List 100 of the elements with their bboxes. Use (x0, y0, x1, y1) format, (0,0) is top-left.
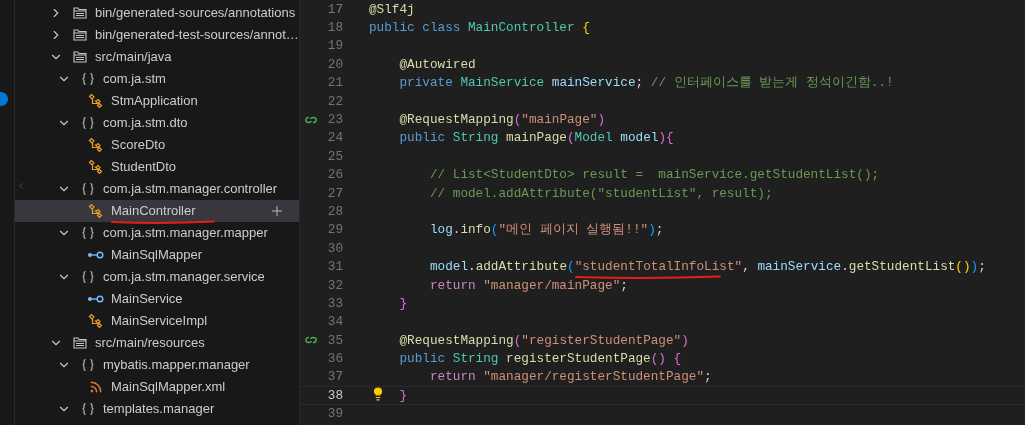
tree-item-label: MainSqlMapper.xml (111, 378, 226, 397)
line-number: 39 (326, 405, 343, 424)
braces-icon (81, 115, 95, 131)
tree-item[interactable]: MainController (15, 200, 299, 222)
tree-item-label: MainServiceImpl (111, 312, 208, 331)
tree-item-label: MainController (111, 201, 196, 221)
package-folder-icon (72, 49, 88, 65)
tree-item[interactable]: MainServiceImpl (15, 310, 299, 332)
line-number: 36 (326, 350, 343, 369)
function-name: mainPage (506, 129, 567, 148)
tree-item[interactable]: templates.manager (15, 398, 299, 420)
string-literal: "메인 페이지 실행됨!!" (498, 221, 649, 240)
tree-item[interactable]: ScoreDto (15, 134, 299, 156)
keyword: return (429, 368, 477, 387)
tree-item-label: MainSqlMapper (111, 246, 203, 265)
tree-item-label: StmApplication (111, 92, 198, 111)
variable-name: model (620, 129, 659, 148)
braces-icon (81, 181, 95, 197)
code-comment: // model.addAttribute("studentList", result); (429, 184, 773, 203)
function-name: addAttribute (475, 258, 567, 277)
tree-item[interactable]: MainSqlMapper (15, 244, 299, 266)
variable-name: log (429, 221, 453, 240)
tree-item-label: MainService (111, 290, 183, 309)
line-number: 23 (326, 111, 343, 129)
braces-icon (81, 357, 95, 373)
bracket: } (399, 386, 408, 405)
tree-item-label: ScoreDto (111, 136, 166, 155)
annotation: @Autowired (399, 55, 476, 74)
line-number: 22 (326, 92, 343, 111)
tree-item[interactable]: bin/generated-test-sources/annot… (15, 24, 299, 46)
punctuation: ; (620, 276, 628, 295)
line-number: 20 (326, 55, 343, 74)
bracket: { (582, 19, 590, 38)
bracket: ( (513, 111, 522, 129)
tree-item[interactable]: MainSqlMapper.xml (15, 376, 299, 398)
line-number: 30 (326, 239, 343, 258)
tree-item[interactable]: com.ja.stm (15, 68, 299, 90)
tree-item-label: com.ja.stm (103, 70, 166, 89)
class-icon (88, 313, 104, 329)
tree-item-label: src/main/resources (95, 334, 205, 353)
line-number: 18 (326, 19, 343, 38)
interface-icon (87, 294, 105, 304)
punctuation: ; (978, 258, 986, 277)
lightbulb-icon[interactable] (371, 386, 385, 401)
annotation: @Slf4j (369, 0, 415, 19)
keyword: return (429, 276, 477, 295)
tree-item[interactable]: com.ja.stm.manager.service (15, 266, 299, 288)
tree-item[interactable]: src/main/java (15, 46, 299, 68)
tree-item-label: com.ja.stm.manager.service (103, 268, 265, 287)
tree-item[interactable]: StmApplication (15, 90, 299, 112)
bracket: ){ (658, 129, 674, 148)
class-icon (88, 137, 104, 153)
tree-item[interactable]: src/main/resources (15, 332, 299, 354)
tree-item-label: templates.manager (103, 400, 215, 419)
keyword: private (399, 74, 454, 93)
tree-item-label: bin/generated-test-sources/annot… (95, 26, 299, 45)
bracket: } (399, 294, 408, 313)
type-name: MainService (460, 74, 546, 93)
bracket: ) (597, 111, 606, 129)
bracket: ) (681, 331, 689, 350)
annotation: @RequestMapping (399, 111, 514, 129)
function-name: registerStudentPage (506, 350, 651, 369)
tree-item[interactable]: com.ja.stm.dto (15, 112, 299, 134)
tree-item-label: com.ja.stm.manager.mapper (103, 224, 268, 243)
line-number: 24 (326, 129, 343, 148)
class-icon (88, 203, 104, 219)
tree-item[interactable]: StudentDto (15, 156, 299, 178)
variable-name: mainService (757, 258, 842, 277)
type-name: String (452, 350, 500, 369)
tree-item-label: com.ja.stm.manager.controller (103, 180, 278, 199)
line-number: 26 (326, 166, 343, 185)
line-number: 31 (326, 258, 343, 277)
keyword: public (399, 129, 447, 148)
code-comment: // 인터페이스를 받는게 정석이긴함..! (650, 74, 894, 93)
variable-name: model (429, 258, 468, 277)
tree-item[interactable]: mybatis.mapper.manager (15, 354, 299, 376)
string-literal: "manager/mainPage" (483, 276, 621, 295)
annotation: @RequestMapping (399, 331, 514, 350)
punctuation: ; (655, 221, 664, 240)
variable-name: mainService (551, 74, 636, 93)
bracket: ) (648, 221, 656, 240)
tree-item[interactable]: MainService (15, 288, 299, 310)
tree-item[interactable]: bin/generated-sources/annotations (15, 2, 299, 24)
string-literal: "manager/registerStudentPage" (483, 368, 705, 387)
line-number: 33 (326, 294, 343, 313)
braces-icon (81, 269, 95, 285)
keyword: public class (369, 19, 462, 38)
bracket: ( (513, 331, 522, 350)
punctuation: . (468, 258, 476, 277)
add-icon[interactable] (269, 203, 285, 219)
braces-icon (81, 71, 95, 87)
tree-item[interactable]: com.ja.stm.manager.controller (15, 178, 299, 200)
string-literal: "registerStudentPage" (521, 331, 682, 350)
tree-item[interactable]: com.ja.stm.manager.mapper (15, 222, 299, 244)
line-number: 34 (326, 313, 343, 332)
punctuation: , (742, 258, 751, 277)
line-number: 28 (326, 202, 343, 221)
rss-icon (89, 380, 103, 394)
function-name: getStudentList (848, 258, 956, 277)
type-name: String (452, 129, 500, 148)
